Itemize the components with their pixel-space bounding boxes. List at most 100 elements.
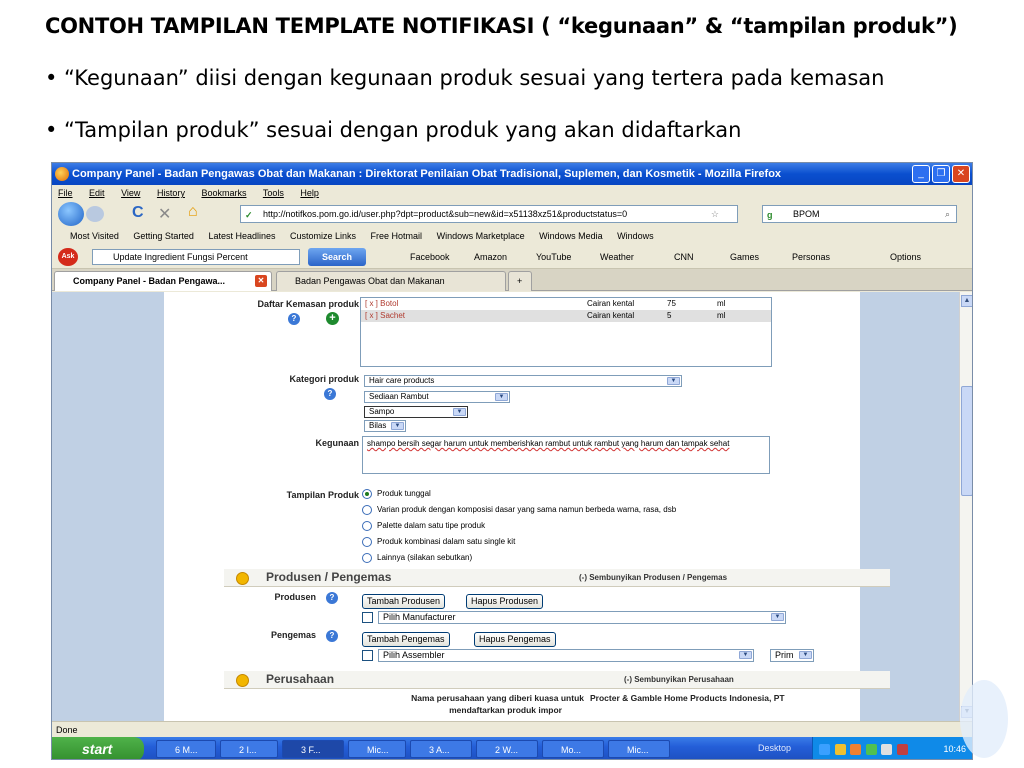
kemasan-row[interactable]: [ x ] Botol Cairan kental 75 ml [361,298,771,310]
prim-select[interactable]: Prim ▼ [770,649,814,662]
forward-button[interactable] [86,206,104,222]
start-button[interactable]: start [52,737,144,759]
tampilan-option-lainnya[interactable]: Lainnya (silakan sebutkan) [362,552,472,564]
ask-search-button[interactable]: Search [308,248,366,266]
scroll-thumb[interactable] [961,386,972,496]
tray-icon[interactable] [896,744,908,756]
taskbar-item[interactable]: 3 A... [410,740,472,758]
stop-icon[interactable]: ✕ [158,204,171,224]
tray-icon[interactable] [881,744,893,756]
hapus-pengemas-button[interactable]: Hapus Pengemas [474,632,556,647]
menu-tools[interactable]: Tools [263,188,284,198]
hapus-produsen-button[interactable]: Hapus Produsen [466,594,544,609]
bookmark-customize-links[interactable]: Customize Links [290,231,356,241]
assembler-select[interactable]: Pilih Assembler ▼ [378,649,754,662]
kemasan-qty: 75 [667,299,676,308]
toolbar-options[interactable]: Options [890,245,921,269]
menu-bookmarks[interactable]: Bookmarks [201,188,246,198]
toolbar-facebook[interactable]: Facebook [410,245,450,269]
pengemas-checkbox[interactable] [362,650,373,661]
kategori-select-3-value: Sampo [369,407,395,416]
help-icon[interactable]: ? [324,388,336,400]
tampilan-option-tunggal[interactable]: Produk tunggal [362,488,431,500]
option-label: Varian produk dengan komposisi dasar yan… [377,505,677,514]
kategori-select-4[interactable]: Bilas ▼ [364,420,406,432]
tambah-pengemas-button[interactable]: Tambah Pengemas [362,632,450,647]
minimize-button[interactable]: _ [912,165,930,183]
menu-view[interactable]: View [121,188,140,198]
toolbar-cnn[interactable]: CNN [674,245,694,269]
kategori-select-1[interactable]: Hair care products ▼ [364,375,682,387]
taskbar-item[interactable]: 6 M... [156,740,216,758]
ask-search-input[interactable]: Update Ingredient Fungsi Percent [92,249,300,265]
scroll-up-icon[interactable]: ▲ [961,295,972,307]
taskbar-item[interactable]: 2 I... [220,740,278,758]
manufacturer-select[interactable]: Pilih Manufacturer ▼ [378,611,786,624]
tray-icon[interactable] [850,744,862,756]
url-input[interactable]: ✓ http://notifkos.pom.go.id/user.php?dpt… [240,205,738,223]
maximize-button[interactable]: ❐ [932,165,950,183]
help-icon[interactable]: ? [326,630,338,642]
tampilan-option-kombinasi[interactable]: Produk kombinasi dalam satu single kit [362,536,515,548]
kemasan-list[interactable]: [ x ] Botol Cairan kental 75 ml [ x ] Sa… [360,297,772,367]
taskbar-item[interactable]: 2 W... [476,740,538,758]
tampilan-option-varian[interactable]: Varian produk dengan komposisi dasar yan… [362,504,676,516]
tray-icon[interactable] [865,744,877,756]
bookmark-windows[interactable]: Windows [617,231,654,241]
radio[interactable] [362,520,372,531]
tampilan-option-palette[interactable]: Palette dalam satu tipe produk [362,520,485,532]
kategori-select-3[interactable]: Sampo ▼ [364,406,468,418]
bookmark-latest-headlines[interactable]: Latest Headlines [208,231,275,241]
new-tab-button[interactable]: + [508,271,532,291]
tambah-produsen-button[interactable]: Tambah Produsen [362,594,446,609]
help-icon[interactable]: ? [288,313,300,325]
menu-history[interactable]: History [157,188,185,198]
kegunaan-textarea[interactable]: shampo bersih segar harum untuk memberis… [362,436,770,474]
toolbar-youtube[interactable]: YouTube [536,245,571,269]
radio-selected[interactable] [362,488,372,499]
tab-close-icon[interactable]: ✕ [255,275,267,287]
kategori-select-2[interactable]: Sediaan Rambut ▼ [364,391,510,403]
bookmark-free-hotmail[interactable]: Free Hotmail [371,231,423,241]
bookmark-most-visited[interactable]: Most Visited [70,231,119,241]
close-button[interactable]: ✕ [952,165,970,183]
toolbar-amazon[interactable]: Amazon [474,245,507,269]
search-value: BPOM [793,209,820,219]
reload-icon[interactable]: C [132,204,144,222]
bookmark-star-icon[interactable]: ☆ [711,206,719,222]
produsen-checkbox[interactable] [362,612,373,623]
add-kemasan-icon[interactable]: + [326,312,339,325]
taskbar-item[interactable]: Mic... [348,740,406,758]
desktop-toolbar-label[interactable]: Desktop [758,743,791,753]
taskbar-item[interactable]: 3 F... [282,740,344,758]
toolbar-games[interactable]: Games [730,245,759,269]
magnifier-icon[interactable]: ⌕ [945,206,950,222]
kemasan-row[interactable]: [ x ] Sachet Cairan kental 5 ml [361,310,771,322]
tray-icon[interactable] [834,744,846,756]
back-button[interactable] [58,202,84,226]
menu-help[interactable]: Help [300,188,319,198]
tray-icon[interactable] [819,744,830,756]
toolbar-weather[interactable]: Weather [600,245,634,269]
radio[interactable] [362,536,372,547]
taskbar-item[interactable]: Mic... [608,740,670,758]
toggle-perusahaan-link[interactable]: (-) Sembunyikan Perusahaan [624,675,734,684]
tab-company-panel[interactable]: Company Panel - Badan Pengawa... ✕ [54,271,272,291]
help-icon[interactable]: ? [326,592,338,604]
bookmark-windows-marketplace[interactable]: Windows Marketplace [437,231,525,241]
produsen-section-header: Produsen / Pengemas (-) Sembunyikan Prod… [224,569,890,587]
menu-edit[interactable]: Edit [89,188,105,198]
bookmark-getting-started[interactable]: Getting Started [133,231,194,241]
site-identity-icon: ✓ [245,210,253,220]
tab-badan-pengawas[interactable]: Badan Pengawas Obat dan Makanan [276,271,506,291]
vertical-scrollbar[interactable]: ▲ ▼ [959,292,972,721]
radio[interactable] [362,504,372,515]
menu-file[interactable]: File [58,188,73,198]
taskbar-item[interactable]: Mo... [542,740,604,758]
toolbar-personas[interactable]: Personas [792,245,830,269]
radio[interactable] [362,552,372,563]
home-icon[interactable]: ⌂ [188,203,198,221]
search-input[interactable]: g BPOM ⌕ [762,205,957,223]
toggle-produsen-link[interactable]: (-) Sembunyikan Produsen / Pengemas [579,573,727,582]
bookmark-windows-media[interactable]: Windows Media [539,231,603,241]
